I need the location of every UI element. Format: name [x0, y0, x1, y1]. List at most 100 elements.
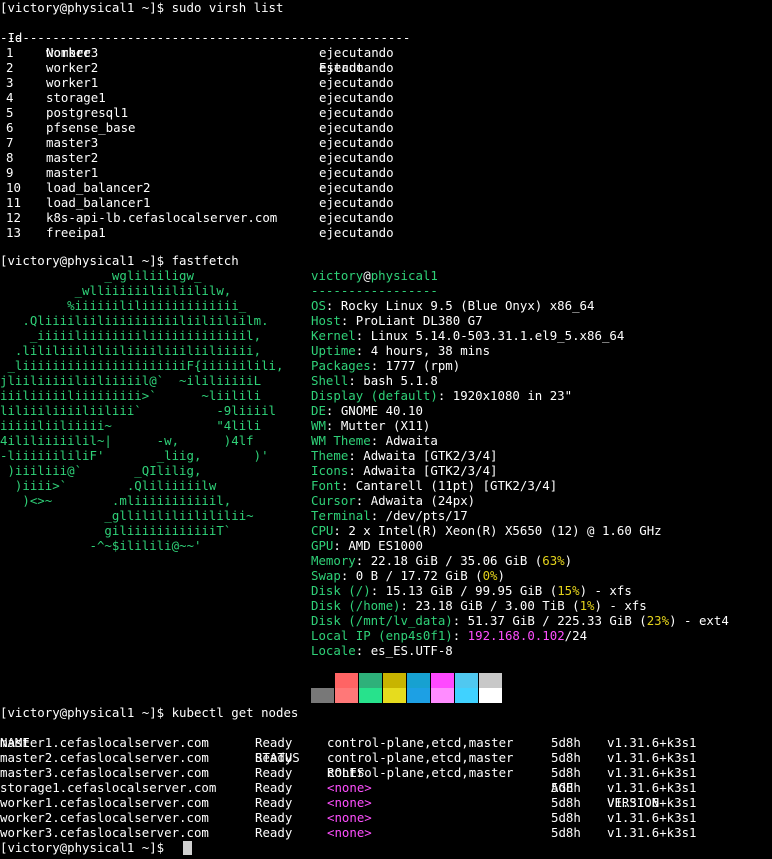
info-colon: : [355, 553, 371, 568]
info-value: Adwaita (24px) [370, 493, 476, 508]
node-version: v1.31.6+k3s1 [607, 795, 697, 810]
node-status: Ready [255, 810, 293, 825]
info-value: 4 hours, 38 mins [370, 343, 491, 358]
info-colon: : [355, 328, 371, 343]
info-key: WM Theme [311, 433, 371, 448]
logo-line: liliiiliiiiliiliii` -9liiiil [0, 403, 277, 418]
virsh-row-name: storage1 [46, 90, 106, 105]
info-value: Adwaita [GTK2/3/4] [363, 463, 498, 478]
info-colon: : [452, 613, 468, 628]
logo-line: .lililiiililiiliiiiliiiliiliiiii, [0, 343, 262, 358]
info-line: OS: Rocky Linux 9.5 (Blue Onyx) x86_64 [311, 298, 729, 313]
info-colon: : [325, 298, 341, 313]
info-key: OS [311, 298, 326, 313]
node-version: v1.31.6+k3s1 [607, 765, 697, 780]
rocky-logo-ascii: _wgliliiligw_ _wlliiiiiiliiliililw, %iii… [0, 268, 283, 553]
node-status: Ready [255, 765, 293, 780]
info-key: Swap [311, 568, 341, 583]
info-colon: : [340, 313, 356, 328]
info-key: Display (default) [311, 388, 438, 403]
info-colon: : [452, 628, 468, 643]
final-prompt[interactable]: [victory@physical1 ~]$ [0, 840, 172, 855]
info-colon: : [340, 568, 356, 583]
node-row: worker3.cefaslocalserver.com Ready <none> 5… [0, 825, 772, 840]
info-value: Linux 5.14.0-503.31.1.el9_5.x86_64 [370, 328, 625, 343]
info-value: 23.18 GiB / 3.00 TiB ( [415, 598, 580, 613]
info-value: /dev/pts/17 [385, 508, 468, 523]
node-age: 5d8h [551, 750, 581, 765]
terminal-window[interactable]: [victory@physical1 ~]$ sudo virsh list I… [0, 0, 772, 859]
node-name: worker1.cefaslocalserver.com [0, 795, 209, 810]
info-key: Disk (/home) [311, 598, 401, 613]
info-key: Theme [311, 448, 349, 463]
info-value: Mutter (X11) [340, 418, 431, 433]
info-percent: 15% [557, 583, 580, 598]
info-value: Rocky Linux 9.5 (Blue Onyx) x86_64 [340, 298, 595, 313]
node-age: 5d8h [551, 810, 581, 825]
info-key: Uptime [311, 343, 356, 358]
info-line: Swap: 0 B / 17.72 GiB (0%) [311, 568, 729, 583]
palette-swatch [479, 688, 502, 703]
palette-swatch [359, 688, 382, 703]
virsh-row-state: ejecutando [319, 210, 394, 225]
node-row: master1.cefaslocalserver.com Ready control… [0, 735, 772, 750]
info-line: WM Theme: Adwaita [311, 433, 729, 448]
node-row: master2.cefaslocalserver.com Ready control… [0, 750, 772, 765]
info-line: Icons: Adwaita [GTK2/3/4] [311, 463, 729, 478]
node-age: 5d8h [551, 795, 581, 810]
virsh-row-state: ejecutando [319, 90, 394, 105]
info-line: Shell: bash 5.1.8 [311, 373, 729, 388]
node-age: 5d8h [551, 825, 581, 840]
info-colon: : [437, 388, 453, 403]
info-line: Locale: es_ES.UTF-8 [311, 643, 729, 658]
info-colon: : [325, 403, 341, 418]
info-key: Local IP (enp4s0f1) [311, 628, 453, 643]
info-key: Disk (/) [311, 583, 371, 598]
info-value: ProLiant DL380 G7 [355, 313, 483, 328]
logo-line: giliiiiiiiiiiiiT` [0, 523, 232, 538]
virsh-row-name: worker1 [46, 75, 99, 90]
virsh-row-state: ejecutando [319, 180, 394, 195]
palette-swatch [335, 688, 358, 703]
info-line: DE: GNOME 40.10 [311, 403, 729, 418]
info-line: Font: Cantarell (11pt) [GTK2/3/4] [311, 478, 729, 493]
info-key: GPU [311, 538, 334, 553]
info-line: WM: Mutter (X11) [311, 418, 729, 433]
info-tail: ) - xfs [579, 583, 632, 598]
info-value: GNOME 40.10 [340, 403, 423, 418]
info-value: 51.37 GiB / 225.33 GiB ( [467, 613, 647, 628]
info-value: Adwaita [385, 433, 438, 448]
info-colon: : [348, 463, 364, 478]
info-key: Font [311, 478, 341, 493]
info-line: Theme: Adwaita [GTK2/3/4] [311, 448, 729, 463]
info-value: bash 5.1.8 [363, 373, 438, 388]
virsh-row: 1 worker3 ejecutando [0, 45, 772, 60]
virsh-row-state: ejecutando [319, 60, 394, 75]
virsh-row: 8 master2 ejecutando [0, 150, 772, 165]
fastfetch-host: physical1 [370, 268, 438, 283]
virsh-row-name: load_balancer1 [46, 195, 151, 210]
logo-line: iiiiiliiliiiii~ "4lili [0, 418, 262, 433]
virsh-row: 9 master1 ejecutando [0, 165, 772, 180]
fastfetch-underline: ----------------- [311, 283, 438, 298]
node-version: v1.31.6+k3s1 [607, 780, 697, 795]
info-tail: ) [497, 568, 505, 583]
virsh-row-id: 3 [6, 75, 14, 90]
virsh-row-id: 8 [6, 150, 14, 165]
info-key: Locale [311, 643, 356, 658]
info-colon: : [355, 643, 371, 658]
logo-line: _iiiiiliiiiiiiiliiiiiiiiiiiiil, [0, 328, 262, 343]
palette-swatch [479, 673, 502, 688]
fastfetch-prompt: [victory@physical1 ~]$ fastfetch [0, 253, 239, 268]
virsh-row-state: ejecutando [319, 75, 394, 90]
virsh-row-state: ejecutando [319, 225, 394, 240]
node-name: worker2.cefaslocalserver.com [0, 810, 209, 825]
info-line: Disk (/): 15.13 GiB / 99.95 GiB (15%) - … [311, 583, 729, 598]
node-age: 5d8h [551, 765, 581, 780]
info-tail: ) [564, 553, 573, 568]
node-status: Ready [255, 825, 293, 840]
info-colon: : [370, 358, 386, 373]
virsh-row-name: master2 [46, 150, 99, 165]
logo-line: 4ililiiiiilil~| -w, )4lf [0, 433, 254, 448]
info-colon: : [348, 448, 364, 463]
